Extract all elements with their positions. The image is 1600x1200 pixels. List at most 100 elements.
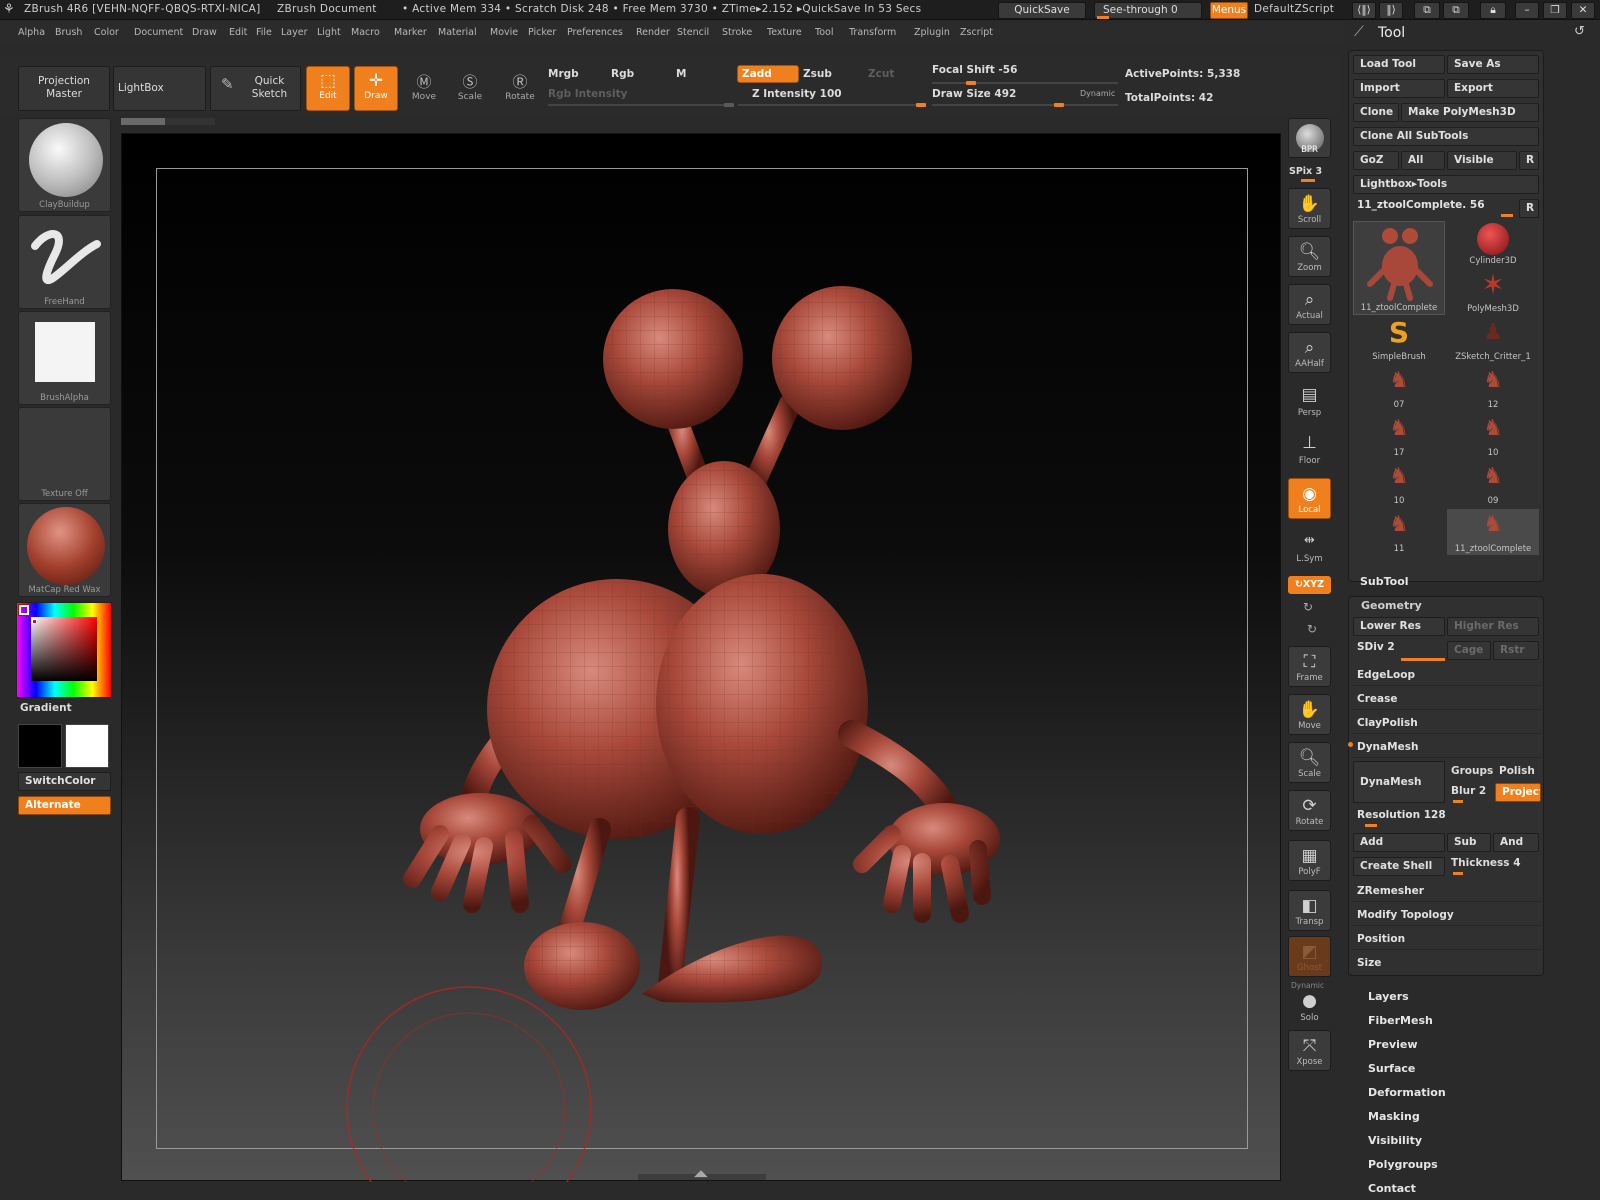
polygroups-section[interactable]: Polygroups bbox=[1368, 1158, 1438, 1171]
menu-light[interactable]: Light bbox=[317, 27, 341, 38]
shelf-rotate-button[interactable]: ⟳ Rotate bbox=[1288, 790, 1331, 831]
lightbox-button[interactable]: LightBox bbox=[113, 66, 206, 111]
scroll-button[interactable]: ✋ Scroll bbox=[1288, 188, 1331, 229]
thickness-slider[interactable]: Thickness 4 bbox=[1451, 857, 1521, 869]
tool-thumb-11[interactable]: ♞ 11 bbox=[1353, 509, 1445, 555]
brush-selector[interactable]: ClayBuildup bbox=[18, 118, 111, 212]
menu-stroke[interactable]: Stroke bbox=[722, 27, 752, 38]
texture-selector[interactable]: Texture Off bbox=[18, 407, 111, 501]
masking-section[interactable]: Masking bbox=[1368, 1110, 1420, 1123]
projection-master-button[interactable]: Projection Master bbox=[18, 66, 110, 111]
tool-thumb-09[interactable]: ♞ 09 bbox=[1447, 461, 1539, 507]
see-through-slider[interactable]: See-through 0 bbox=[1094, 2, 1202, 19]
lightbox-tools-button[interactable]: Lightbox▸Tools bbox=[1353, 175, 1539, 194]
alpha-selector[interactable]: BrushAlpha bbox=[18, 311, 111, 405]
canvas-scroll-handle[interactable]: ◢◣ bbox=[638, 1169, 766, 1180]
xyz-button[interactable]: ↻XYZ bbox=[1288, 576, 1331, 594]
menu-preferences[interactable]: Preferences bbox=[567, 27, 623, 38]
goz-button[interactable]: GoZ bbox=[1353, 151, 1399, 170]
gradient-toggle[interactable]: Gradient bbox=[20, 702, 72, 714]
actual-button[interactable]: ⌕ Actual bbox=[1288, 284, 1331, 325]
contact-section[interactable]: Contact bbox=[1368, 1182, 1416, 1195]
menu-stencil[interactable]: Stencil bbox=[677, 27, 709, 38]
clone-button[interactable]: Clone bbox=[1353, 103, 1399, 122]
tool-palette-pin-icon[interactable]: ⟋ bbox=[1354, 24, 1364, 40]
local-button[interactable]: ◉ Local bbox=[1288, 478, 1331, 519]
menu-zscript[interactable]: Zscript bbox=[960, 27, 993, 38]
secondary-color-swatch[interactable] bbox=[18, 724, 62, 768]
main-color-swatch[interactable] bbox=[65, 724, 109, 768]
menus-button[interactable]: Menus bbox=[1210, 2, 1248, 19]
minimize-icon[interactable]: – bbox=[1515, 2, 1539, 19]
rotate-y-icon[interactable]: ↻ bbox=[1303, 600, 1313, 614]
polyf-button[interactable]: ▦ PolyF bbox=[1288, 840, 1331, 881]
rotate-button[interactable]: Ⓡ Rotate bbox=[497, 66, 543, 111]
cage-button[interactable]: Cage bbox=[1447, 641, 1491, 660]
menu-draw[interactable]: Draw bbox=[192, 27, 217, 38]
tool-thumb-10b[interactable]: ♞ 10 bbox=[1353, 461, 1445, 507]
rstr-button[interactable]: Rstr bbox=[1493, 641, 1539, 660]
maximize-icon[interactable]: ❐ bbox=[1543, 2, 1567, 19]
stroke-selector[interactable]: FreeHand bbox=[18, 215, 111, 309]
quick-sketch-button[interactable]: ✎ Quick Sketch bbox=[210, 66, 301, 111]
dynamesh-button[interactable]: DynaMesh bbox=[1353, 761, 1445, 803]
tool-thumb-17[interactable]: ♞ 17 bbox=[1353, 413, 1445, 459]
tool-thumb-cylinder3d[interactable]: Cylinder3D bbox=[1447, 221, 1539, 267]
modify-topology-section[interactable]: Modify Topology bbox=[1353, 905, 1541, 926]
rgb-intensity-slider[interactable]: Rgb Intensity bbox=[548, 88, 627, 100]
tool-thumb-11-ztoolcomplete-b[interactable]: ♞ 11_ztoolComplete bbox=[1447, 509, 1539, 555]
surface-section[interactable]: Surface bbox=[1368, 1062, 1415, 1075]
lock-icon[interactable]: 🔒︎ bbox=[1480, 2, 1506, 19]
crease-section[interactable]: Crease bbox=[1353, 689, 1541, 710]
bpr-button[interactable]: BPR bbox=[1288, 118, 1331, 158]
save-as-button[interactable]: Save As bbox=[1447, 55, 1539, 74]
close-icon[interactable]: ✕ bbox=[1571, 2, 1595, 19]
quicksave-button[interactable]: QuickSave bbox=[998, 2, 1086, 19]
menu-color[interactable]: Color bbox=[94, 27, 119, 38]
lower-res-button[interactable]: Lower Res bbox=[1353, 617, 1445, 636]
size-section[interactable]: Size bbox=[1353, 953, 1541, 974]
groups-toggle[interactable]: Groups bbox=[1451, 765, 1493, 777]
menu-document[interactable]: Document bbox=[134, 27, 183, 38]
tool-thumb-zsketch[interactable]: ♟ ZSketch_Critter_1 bbox=[1447, 317, 1539, 363]
goz-visible-button[interactable]: Visible bbox=[1447, 151, 1517, 170]
menu-transform[interactable]: Transform bbox=[849, 27, 896, 38]
tool-thumb-07[interactable]: ♞ 07 bbox=[1353, 365, 1445, 411]
and-button[interactable]: And bbox=[1493, 833, 1539, 852]
dynamic-toggle[interactable]: Dynamic bbox=[1080, 89, 1115, 98]
menu-layer[interactable]: Layer bbox=[281, 27, 308, 38]
edit-button[interactable]: ⬚ Edit bbox=[306, 66, 350, 111]
goz-all-button[interactable]: All bbox=[1401, 151, 1445, 170]
scale-button[interactable]: Ⓢ Scale bbox=[448, 66, 492, 111]
rotate-z-icon[interactable]: ↻ bbox=[1307, 622, 1317, 636]
make-polymesh3d-button[interactable]: Make PolyMesh3D bbox=[1401, 103, 1539, 122]
tool-palette-reset-icon[interactable]: ↺ bbox=[1574, 24, 1585, 39]
menu-marker[interactable]: Marker bbox=[394, 27, 427, 38]
alternate-button[interactable]: Alternate bbox=[18, 796, 111, 815]
shelf-scale-button[interactable]: 🔍︎ Scale bbox=[1288, 742, 1331, 783]
menu-tool[interactable]: Tool bbox=[815, 27, 833, 38]
current-tool-r-button[interactable]: R bbox=[1519, 199, 1539, 218]
spix-slider[interactable]: SPix 3 bbox=[1289, 166, 1322, 177]
tool-thumb-12[interactable]: ♞ 12 bbox=[1447, 365, 1539, 411]
position-section[interactable]: Position bbox=[1353, 929, 1541, 950]
switchcolor-button[interactable]: SwitchColor bbox=[18, 772, 111, 791]
rgb-button[interactable]: Rgb bbox=[611, 68, 634, 80]
xpose-button[interactable]: ⤧ Xpose bbox=[1288, 1030, 1331, 1071]
geometry-header[interactable]: Geometry bbox=[1361, 599, 1422, 612]
material-selector[interactable]: MatCap Red Wax bbox=[18, 503, 111, 597]
zsub-button[interactable]: Zsub bbox=[803, 68, 832, 80]
floor-button[interactable]: ⊥ Floor bbox=[1288, 428, 1331, 469]
dynamesh-section[interactable]: DynaMesh bbox=[1353, 737, 1541, 758]
zadd-button[interactable]: Zadd bbox=[737, 65, 799, 83]
polish-toggle[interactable]: Polish bbox=[1499, 765, 1535, 777]
import-button[interactable]: Import bbox=[1353, 79, 1445, 98]
claypolish-section[interactable]: ClayPolish bbox=[1353, 713, 1541, 734]
menu-picker[interactable]: Picker bbox=[528, 27, 556, 38]
add-button[interactable]: Add bbox=[1353, 833, 1445, 852]
focal-shift-slider[interactable]: Focal Shift -56 bbox=[932, 64, 1017, 76]
tool-title[interactable]: Tool bbox=[1378, 25, 1405, 41]
preview-section[interactable]: Preview bbox=[1368, 1038, 1418, 1051]
tool-thumb-10a[interactable]: ♞ 10 bbox=[1447, 413, 1539, 459]
menu-zplugin[interactable]: Zplugin bbox=[914, 27, 950, 38]
